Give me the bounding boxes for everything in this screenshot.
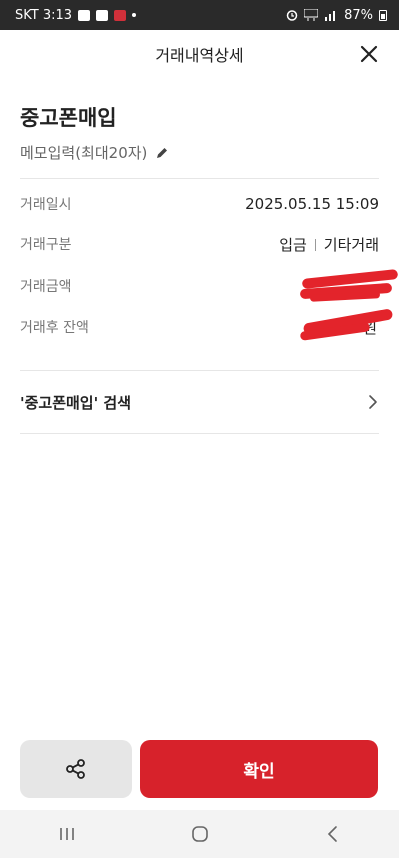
signal-icon — [325, 11, 336, 21]
row-date: 거래일시 2025.05.15 15:09 — [20, 192, 379, 216]
recent-apps-icon — [59, 828, 74, 840]
memo-input[interactable]: 메모입력(최대20자) — [20, 142, 169, 163]
memo-placeholder: 메모입력(최대20자) — [20, 144, 148, 162]
type-label: 거래구분 — [20, 237, 72, 253]
chat-icon — [96, 9, 109, 21]
confirm-button[interactable]: 확인 — [140, 740, 378, 798]
status-bar: SKT 3:13 87% — [0, 0, 399, 30]
close-icon — [360, 45, 378, 63]
divider — [20, 433, 379, 434]
app-notification-icon — [114, 9, 127, 21]
share-button[interactable] — [20, 740, 132, 798]
share-icon — [66, 759, 85, 779]
date-value: 2025.05.15 15:09 — [245, 195, 379, 213]
more-notifications-icon — [132, 13, 137, 17]
amount-label: 거래금액 — [20, 279, 72, 295]
status-right: 87% — [286, 8, 387, 23]
alarm-icon — [286, 10, 298, 21]
type-value: 입금 기타거래 — [279, 234, 379, 255]
divider — [20, 178, 379, 179]
chevron-right-icon — [369, 395, 377, 409]
divider — [20, 370, 379, 371]
pencil-icon — [157, 147, 168, 158]
status-left: SKT 3:13 — [15, 7, 137, 23]
carrier-time: SKT 3:13 — [15, 7, 73, 23]
close-button[interactable] — [357, 42, 381, 66]
back-button[interactable] — [303, 814, 363, 854]
back-icon — [327, 826, 337, 842]
network-5g-icon — [304, 9, 319, 21]
system-nav-bar — [0, 810, 399, 858]
date-label: 거래일시 — [20, 197, 72, 213]
row-type: 거래구분 입금 기타거래 — [20, 232, 379, 256]
transaction-title: 중고폰매입 — [20, 106, 117, 130]
search-label: '중고폰매입' 검색 — [20, 393, 132, 412]
battery-icon — [379, 9, 387, 21]
recent-apps-button[interactable] — [37, 814, 97, 854]
home-icon — [191, 826, 208, 842]
gallery-icon — [78, 9, 91, 21]
type-value-other: 기타거래 — [323, 235, 379, 254]
search-merchant-row[interactable]: '중고폰매입' 검색 — [20, 388, 379, 416]
balance-label: 거래후 잔액 — [20, 320, 89, 336]
battery-percent: 87% — [344, 7, 373, 23]
confirm-label: 확인 — [243, 761, 275, 782]
home-button[interactable] — [170, 814, 230, 854]
type-value-deposit: 입금 — [279, 235, 307, 254]
header: 거래내역상세 — [0, 30, 399, 78]
type-separator — [314, 239, 316, 251]
page-title: 거래내역상세 — [155, 46, 244, 65]
